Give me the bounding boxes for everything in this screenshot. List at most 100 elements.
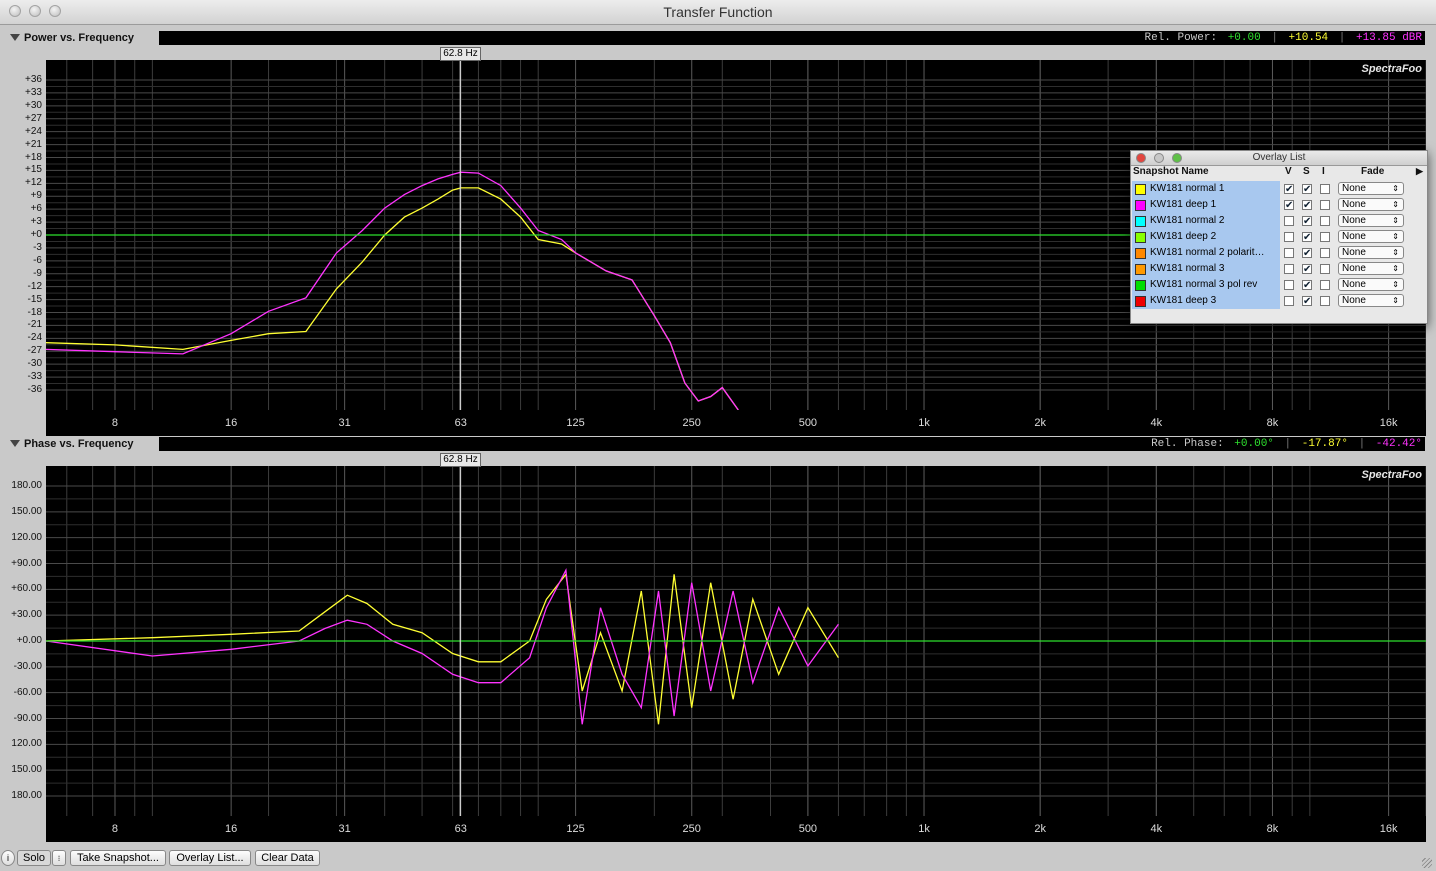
y-tick-label: +24 (25, 125, 42, 137)
invert-checkbox[interactable] (1320, 280, 1330, 290)
x-tick-label: 16 (225, 417, 238, 429)
fade-select[interactable]: None ⇕ (1338, 278, 1404, 291)
y-tick-label: +60.00 (11, 583, 42, 595)
expand-arrow-icon[interactable]: ▶ (1416, 166, 1423, 177)
window-titlebar: Transfer Function (0, 0, 1436, 25)
y-tick-label: -33 (27, 371, 42, 383)
phase-readout-label: Rel. Phase: (1151, 438, 1224, 450)
invert-checkbox[interactable] (1320, 264, 1330, 274)
updown-arrow-icon: ⇕ (1392, 296, 1399, 305)
snapshot-checkbox[interactable]: ✔ (1302, 264, 1312, 275)
fade-select[interactable]: None ⇕ (1338, 246, 1404, 259)
minimize-icon[interactable] (1154, 153, 1164, 163)
visible-checkbox[interactable] (1284, 296, 1294, 306)
overlay-row[interactable]: KW181 normal 2 ✔ None ⇕ (1131, 213, 1427, 229)
visible-checkbox[interactable]: ✔ (1284, 184, 1294, 195)
x-tick-label: 4k (1150, 823, 1163, 835)
y-tick-label: -18 (27, 306, 42, 318)
info-icon[interactable]: i (1, 850, 15, 866)
resize-grip-icon[interactable] (1422, 858, 1432, 868)
color-swatch[interactable] (1135, 280, 1146, 291)
series-line-kw181-deep-1 (45, 171, 739, 411)
overlay-list-window[interactable]: Overlay List Snapshot Name V S I Fade ▶ … (1130, 150, 1428, 324)
snapshot-checkbox[interactable]: ✔ (1302, 184, 1312, 195)
y-tick-label: +30.00 (11, 609, 42, 621)
overlay-list-titlebar: Overlay List (1131, 151, 1427, 166)
invert-checkbox[interactable] (1320, 184, 1330, 194)
y-tick-label: -36 (27, 384, 42, 395)
color-swatch[interactable] (1135, 296, 1146, 307)
overlay-row[interactable]: KW181 normal 3 ✔ None ⇕ (1131, 261, 1427, 277)
y-tick-label: +3 (30, 216, 42, 228)
snapshot-checkbox[interactable]: ✔ (1302, 216, 1312, 227)
x-tick-label: 500 (798, 823, 818, 835)
color-swatch[interactable] (1135, 248, 1146, 259)
snapshot-checkbox[interactable]: ✔ (1302, 296, 1312, 307)
invert-checkbox[interactable] (1320, 200, 1330, 210)
fade-select[interactable]: None ⇕ (1338, 294, 1404, 307)
overlay-row[interactable]: KW181 normal 1 ✔ ✔ None ⇕ (1131, 181, 1427, 197)
color-swatch[interactable] (1135, 264, 1146, 275)
invert-checkbox[interactable] (1320, 248, 1330, 258)
fade-value: None (1342, 263, 1366, 274)
visible-checkbox[interactable] (1284, 248, 1294, 258)
take-snapshot-button[interactable]: Take Snapshot... (70, 850, 166, 866)
fade-select[interactable]: None ⇕ (1338, 198, 1404, 211)
overlay-list-button[interactable]: Overlay List... (169, 850, 251, 866)
y-tick-label: +18 (25, 151, 42, 163)
x-tick-label: 8k (1266, 417, 1279, 429)
zoom-icon[interactable] (1172, 153, 1182, 163)
fade-select[interactable]: None ⇕ (1338, 214, 1404, 227)
phase-readout-value-0: +0.00° (1234, 438, 1274, 450)
collapse-triangle-icon[interactable] (10, 34, 20, 41)
phase-plot[interactable]: SpectraFoo (45, 466, 1427, 816)
fade-select[interactable]: None ⇕ (1338, 230, 1404, 243)
close-icon[interactable] (1136, 153, 1146, 163)
overlay-row[interactable]: KW181 deep 1 ✔ ✔ None ⇕ (1131, 197, 1427, 213)
x-tick-label: 2k (1034, 823, 1046, 835)
phase-panel-header: Phase vs. Frequency Rel. Phase: +0.00° |… (0, 434, 1436, 456)
visible-checkbox[interactable] (1284, 280, 1294, 290)
color-swatch[interactable] (1135, 216, 1146, 227)
overlay-row[interactable]: KW181 normal 3 pol rev ✔ None ⇕ (1131, 277, 1427, 293)
invert-checkbox[interactable] (1320, 296, 1330, 306)
snapshot-checkbox[interactable]: ✔ (1302, 280, 1312, 291)
y-tick-label: -15 (27, 293, 42, 305)
overlay-row[interactable]: KW181 deep 3 ✔ None ⇕ (1131, 293, 1427, 309)
y-tick-label: -12 (27, 280, 42, 292)
overlay-row[interactable]: KW181 deep 2 ✔ None ⇕ (1131, 229, 1427, 245)
clear-data-button[interactable]: Clear Data (255, 850, 320, 866)
y-tick-label: +9 (30, 190, 42, 202)
solo-options-icon[interactable]: ⁝ (52, 850, 66, 866)
phase-cursor-label: 62.8 Hz (440, 453, 481, 467)
color-swatch[interactable] (1135, 184, 1146, 195)
snapshot-checkbox[interactable]: ✔ (1302, 200, 1312, 211)
y-tick-label: -3 (33, 241, 42, 253)
visible-checkbox[interactable]: ✔ (1284, 200, 1294, 211)
color-swatch[interactable] (1135, 200, 1146, 211)
fade-select[interactable]: None ⇕ (1338, 262, 1404, 275)
collapse-triangle-icon[interactable] (10, 440, 20, 447)
visible-checkbox[interactable] (1284, 216, 1294, 226)
window-title: Transfer Function (663, 4, 773, 20)
y-tick-label: -6 (33, 254, 42, 266)
color-swatch[interactable] (1135, 232, 1146, 243)
updown-arrow-icon: ⇕ (1392, 232, 1399, 241)
snapshot-checkbox[interactable]: ✔ (1302, 248, 1312, 259)
invert-checkbox[interactable] (1320, 216, 1330, 226)
power-cursor-label: 62.8 Hz (440, 47, 481, 61)
visible-checkbox[interactable] (1284, 264, 1294, 274)
y-tick-label: +33 (25, 86, 42, 98)
y-tick-label: -9 (33, 267, 42, 279)
y-tick-label: -21 (27, 319, 42, 331)
invert-checkbox[interactable] (1320, 232, 1330, 242)
solo-button[interactable]: Solo (17, 850, 51, 866)
y-tick-label: 150.00 (11, 505, 42, 517)
readout-separator: | (1338, 32, 1346, 44)
visible-checkbox[interactable] (1284, 232, 1294, 242)
snapshot-checkbox[interactable]: ✔ (1302, 232, 1312, 243)
power-readout-value-1: +10.54 (1288, 32, 1329, 44)
fade-select[interactable]: None ⇕ (1338, 182, 1404, 195)
overlay-row[interactable]: KW181 normal 2 polarit… ✔ None ⇕ (1131, 245, 1427, 261)
updown-arrow-icon: ⇕ (1392, 216, 1399, 225)
